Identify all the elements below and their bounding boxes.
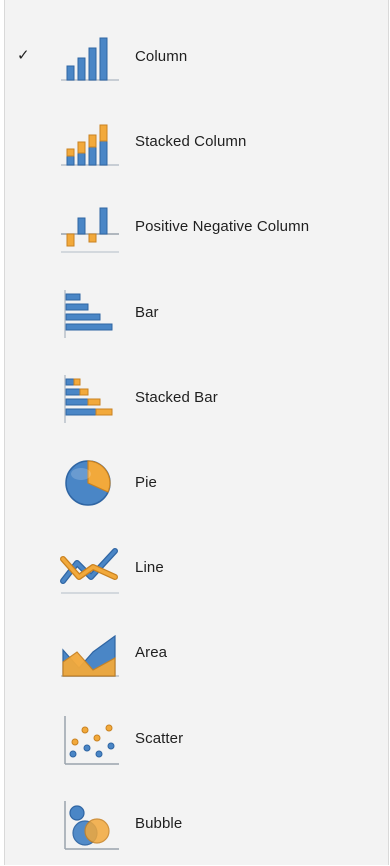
positive-negative-column-chart-icon: [57, 196, 123, 258]
menu-item-bar[interactable]: Bar: [5, 270, 388, 355]
menu-item-label: Bar: [135, 303, 159, 321]
stacked-bar-chart-icon: [57, 367, 123, 429]
menu-item-scatter[interactable]: Scatter: [5, 696, 388, 781]
menu-item-label: Column: [135, 48, 188, 65]
menu-item-label: Stacked Column: [135, 133, 247, 151]
stacked-column-chart-icon: [57, 111, 123, 173]
column-chart-icon: [57, 26, 123, 88]
menu-item-stacked-bar[interactable]: Stacked Bar: [5, 355, 388, 440]
chart-type-list: ✓ Column Stacked Column Positive Negativ…: [5, 14, 388, 866]
bar-chart-icon: [57, 282, 123, 344]
menu-item-label: Positive Negative Column: [135, 218, 310, 236]
menu-item-column[interactable]: ✓ Column: [5, 14, 388, 99]
scatter-chart-icon: [57, 708, 123, 770]
line-chart-icon: [57, 537, 123, 599]
menu-item-positive-negative-column[interactable]: Positive Negative Column: [5, 184, 388, 269]
menu-item-label: Stacked Bar: [135, 388, 218, 406]
menu-item-bubble[interactable]: Bubble: [5, 781, 388, 866]
bubble-chart-icon: [57, 793, 123, 855]
menu-item-pie[interactable]: Pie: [5, 440, 388, 525]
chart-type-menu: ✓ Column Stacked Column Positive Negativ…: [4, 0, 389, 865]
area-chart-icon: [57, 622, 123, 684]
checkmark-icon: ✓: [17, 46, 30, 64]
menu-item-line[interactable]: Line: [5, 525, 388, 610]
menu-item-label: Area: [135, 644, 168, 662]
menu-item-label: Line: [135, 559, 164, 577]
menu-item-label: Bubble: [135, 814, 183, 832]
menu-item-label: Scatter: [135, 729, 184, 747]
menu-item-label: Pie: [135, 473, 157, 491]
pie-chart-icon: [57, 452, 123, 514]
menu-item-stacked-column[interactable]: Stacked Column: [5, 99, 388, 184]
menu-item-area[interactable]: Area: [5, 610, 388, 695]
